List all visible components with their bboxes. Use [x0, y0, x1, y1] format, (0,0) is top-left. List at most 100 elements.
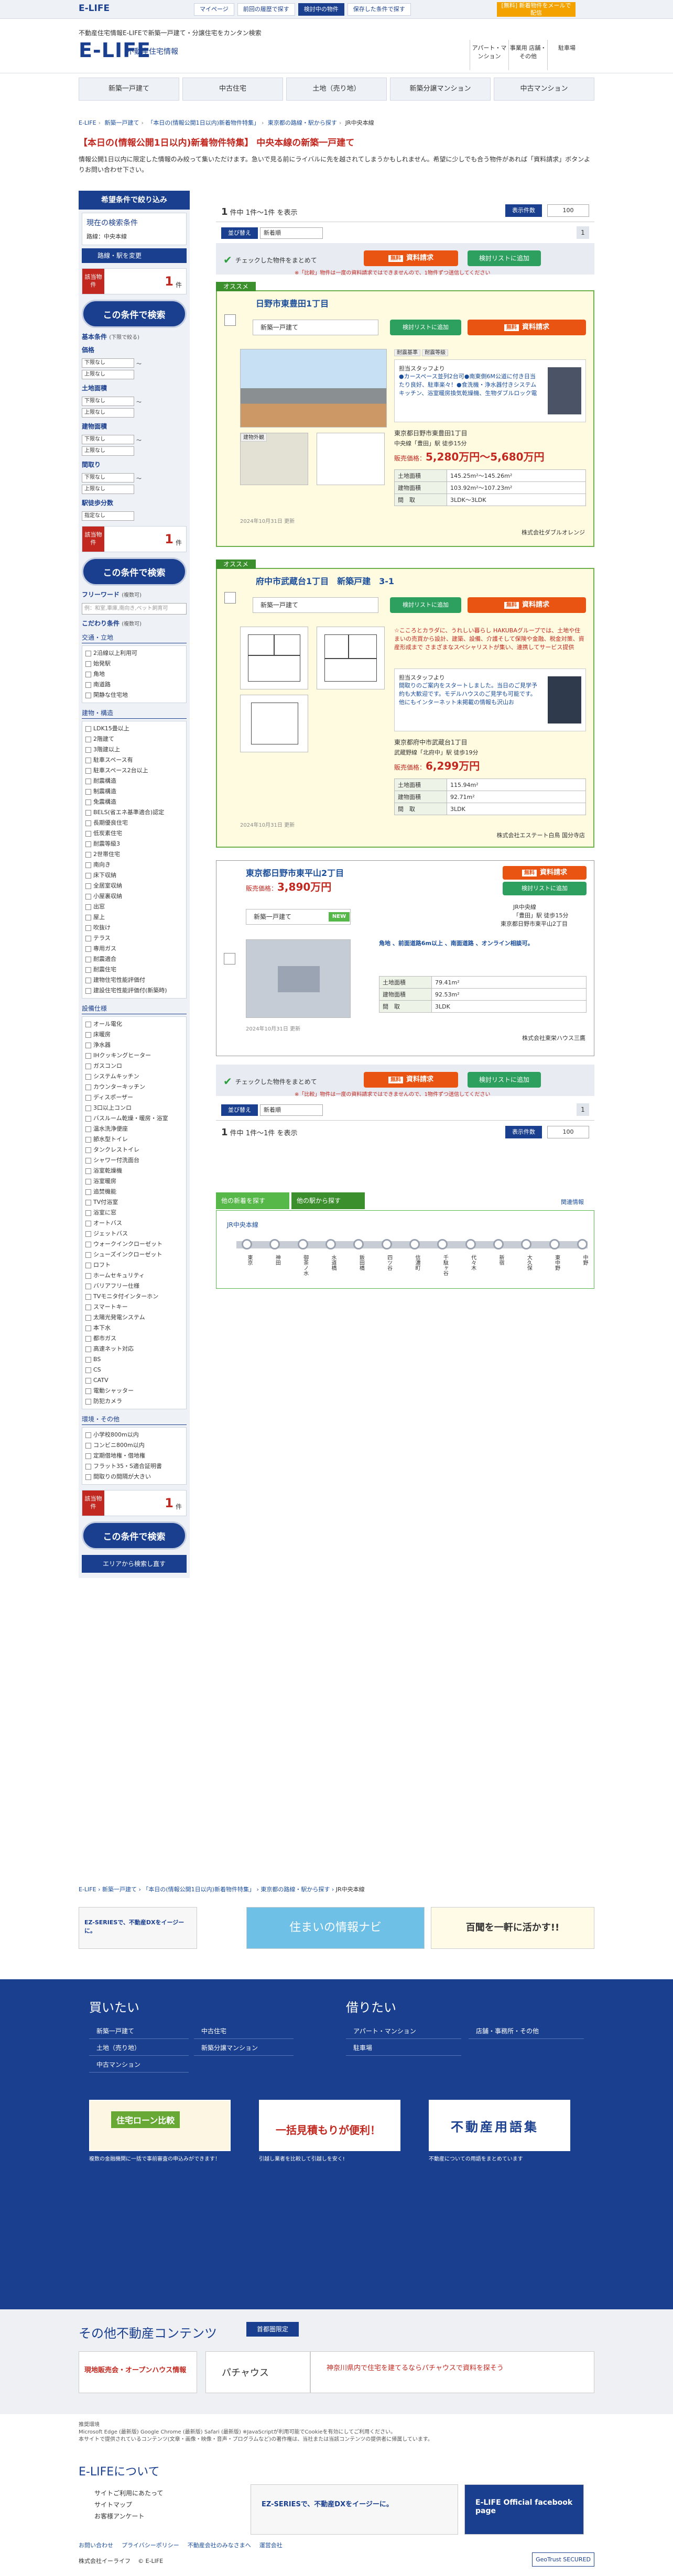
- equipment-option[interactable]: スマートキー: [85, 1302, 183, 1312]
- listing-title[interactable]: 府中市武蔵台1丁目 新築戸建 3-1: [256, 574, 394, 587]
- breadcrumb-item[interactable]: 「本日の(情報公開1日以内)新着物件特集」: [143, 1886, 255, 1893]
- checkbox[interactable]: [85, 1377, 91, 1384]
- listing-photo-thumb[interactable]: 建物外観: [240, 433, 308, 485]
- checkbox[interactable]: [85, 1073, 91, 1080]
- station-marker[interactable]: [409, 1239, 420, 1249]
- equipment-option[interactable]: 電動シャッター: [85, 1386, 183, 1396]
- equipment-option[interactable]: 追焚機能: [85, 1187, 183, 1197]
- page-number[interactable]: 1: [577, 226, 589, 239]
- building-min-select[interactable]: 下限なし: [82, 435, 134, 444]
- checkbox[interactable]: [85, 1199, 91, 1205]
- pachaus-banner[interactable]: パチャウス: [205, 2351, 310, 2393]
- listing-photo[interactable]: [246, 939, 351, 1018]
- about-link-sitemap[interactable]: サイトマップ: [94, 2500, 132, 2509]
- equipment-option[interactable]: ディスポーザー: [85, 1092, 183, 1103]
- equipment-option[interactable]: 節水型トイレ: [85, 1134, 183, 1145]
- bulk-list-button[interactable]: 検討リストに追加: [468, 1072, 541, 1088]
- checkbox[interactable]: [85, 862, 91, 868]
- about-link-usage[interactable]: サイトご利用にあたって: [94, 2489, 163, 2497]
- equipment-option[interactable]: 太陽光発電システム: [85, 1312, 183, 1323]
- rent-link-apartment[interactable]: アパート・マンション: [346, 2023, 461, 2039]
- walk-select[interactable]: 指定なし: [82, 511, 134, 521]
- area-research-button[interactable]: エリアから検索し直す: [82, 1555, 187, 1573]
- environment-option[interactable]: 定期借地権・借地権: [85, 1451, 183, 1461]
- building-option[interactable]: 2階建て: [85, 734, 183, 744]
- checkbox[interactable]: [85, 946, 91, 952]
- building-option[interactable]: 低炭素住宅: [85, 828, 183, 839]
- equipment-option[interactable]: 都市ガス: [85, 1333, 183, 1344]
- equipment-option[interactable]: オール電化: [85, 1019, 183, 1029]
- buy-link-new-mansion[interactable]: 新築分譲マンション: [194, 2040, 294, 2056]
- checkbox[interactable]: [85, 650, 91, 656]
- station-label[interactable]: 東京: [243, 1255, 253, 1265]
- building-option[interactable]: LDK15畳以上: [85, 724, 183, 734]
- station-marker[interactable]: [297, 1239, 308, 1249]
- checkbox[interactable]: [85, 1252, 91, 1258]
- layout-max-select[interactable]: 上限なし: [82, 485, 134, 494]
- building-option[interactable]: 耐震構造: [85, 776, 183, 786]
- building-option[interactable]: 2世帯住宅: [85, 849, 183, 860]
- price-min-select[interactable]: 下限なし: [82, 358, 134, 368]
- environment-option[interactable]: コンビニ800m以内: [85, 1440, 183, 1451]
- checkbox[interactable]: [85, 1463, 91, 1470]
- checkbox[interactable]: [85, 1042, 91, 1048]
- equipment-option[interactable]: 浄水器: [85, 1040, 183, 1050]
- station-label[interactable]: 信濃町: [410, 1255, 421, 1270]
- listing-floorplan-thumb[interactable]: [317, 433, 385, 485]
- checkbox[interactable]: [85, 883, 91, 889]
- building-option[interactable]: 制震構造: [85, 786, 183, 797]
- breadcrumb-item[interactable]: 新築一戸建て: [102, 1886, 137, 1893]
- company-link[interactable]: 運営会社: [259, 2541, 283, 2549]
- free-word-input[interactable]: 例：和室,車庫,南向き,ペット飼育可: [82, 603, 187, 615]
- equipment-option[interactable]: ホームセキュリティ: [85, 1270, 183, 1281]
- equipment-option[interactable]: ウォークインクローゼット: [85, 1239, 183, 1249]
- building-option[interactable]: 3階建以上: [85, 744, 183, 755]
- listing-request-button[interactable]: 無料 資料請求: [468, 597, 586, 613]
- gnav-new-house[interactable]: 新築一戸建て: [79, 78, 179, 101]
- checkbox[interactable]: [85, 1231, 91, 1237]
- checkbox[interactable]: [85, 893, 91, 900]
- building-option[interactable]: 屋上: [85, 912, 183, 923]
- bulk-request-button[interactable]: 無料 資料請求: [364, 1072, 458, 1088]
- building-option[interactable]: 免震構造: [85, 797, 183, 807]
- checkbox[interactable]: [85, 1136, 91, 1143]
- banner-living-navi[interactable]: 住まいの情報ナビ: [246, 1907, 425, 1949]
- checkbox[interactable]: [85, 1210, 91, 1216]
- page-size-select[interactable]: 100: [547, 1126, 589, 1138]
- equipment-option[interactable]: システムキッチン: [85, 1071, 183, 1082]
- checkbox[interactable]: [85, 1367, 91, 1373]
- related-info-link[interactable]: 関連情報: [561, 1198, 584, 1206]
- environment-option[interactable]: フラット35・S適合証明書: [85, 1461, 183, 1472]
- checkbox[interactable]: [85, 1304, 91, 1310]
- listing-checkbox[interactable]: [224, 314, 236, 326]
- listing-title[interactable]: 日野市東豊田1丁目: [256, 297, 329, 309]
- land-max-select[interactable]: 上限なし: [82, 408, 134, 418]
- equipment-option[interactable]: 本下水: [85, 1323, 183, 1333]
- building-option[interactable]: 耐震適合: [85, 954, 183, 964]
- for-agents-link[interactable]: 不動産会社のみなさまへ: [188, 2541, 251, 2549]
- checkbox[interactable]: [85, 1021, 91, 1027]
- checkbox[interactable]: [85, 956, 91, 962]
- checkbox[interactable]: [85, 1147, 91, 1153]
- building-option[interactable]: 耐震住宅: [85, 964, 183, 975]
- building-option[interactable]: 小屋裏収納: [85, 891, 183, 902]
- environment-option[interactable]: 間取りの間隔が大きい: [85, 1472, 183, 1482]
- equipment-option[interactable]: BS: [85, 1354, 183, 1365]
- station-marker[interactable]: [549, 1239, 560, 1249]
- breadcrumb-item[interactable]: E-LIFE: [79, 1886, 96, 1893]
- gnav-land[interactable]: 土地（売り地）: [286, 78, 387, 101]
- moving-banner[interactable]: 一括見積もりが便利！: [259, 2100, 400, 2151]
- station-label[interactable]: 飯田橋: [354, 1255, 365, 1270]
- bulk-list-button[interactable]: 検討リストに追加: [468, 250, 541, 266]
- facebook-banner[interactable]: E-LIFE Official facebook page: [464, 2484, 584, 2535]
- equipment-option[interactable]: TV付浴室: [85, 1197, 183, 1208]
- building-option[interactable]: 駐車スペース有: [85, 755, 183, 765]
- checkbox[interactable]: [85, 768, 91, 774]
- equipment-option[interactable]: 床暖房: [85, 1029, 183, 1040]
- loan-banner[interactable]: 住宅ローン比較: [89, 2100, 231, 2151]
- checkbox[interactable]: [85, 851, 91, 858]
- checkbox[interactable]: [85, 1126, 91, 1132]
- checkbox[interactable]: [85, 1453, 91, 1459]
- checkbox[interactable]: [85, 1335, 91, 1342]
- building-max-select[interactable]: 上限なし: [82, 446, 134, 456]
